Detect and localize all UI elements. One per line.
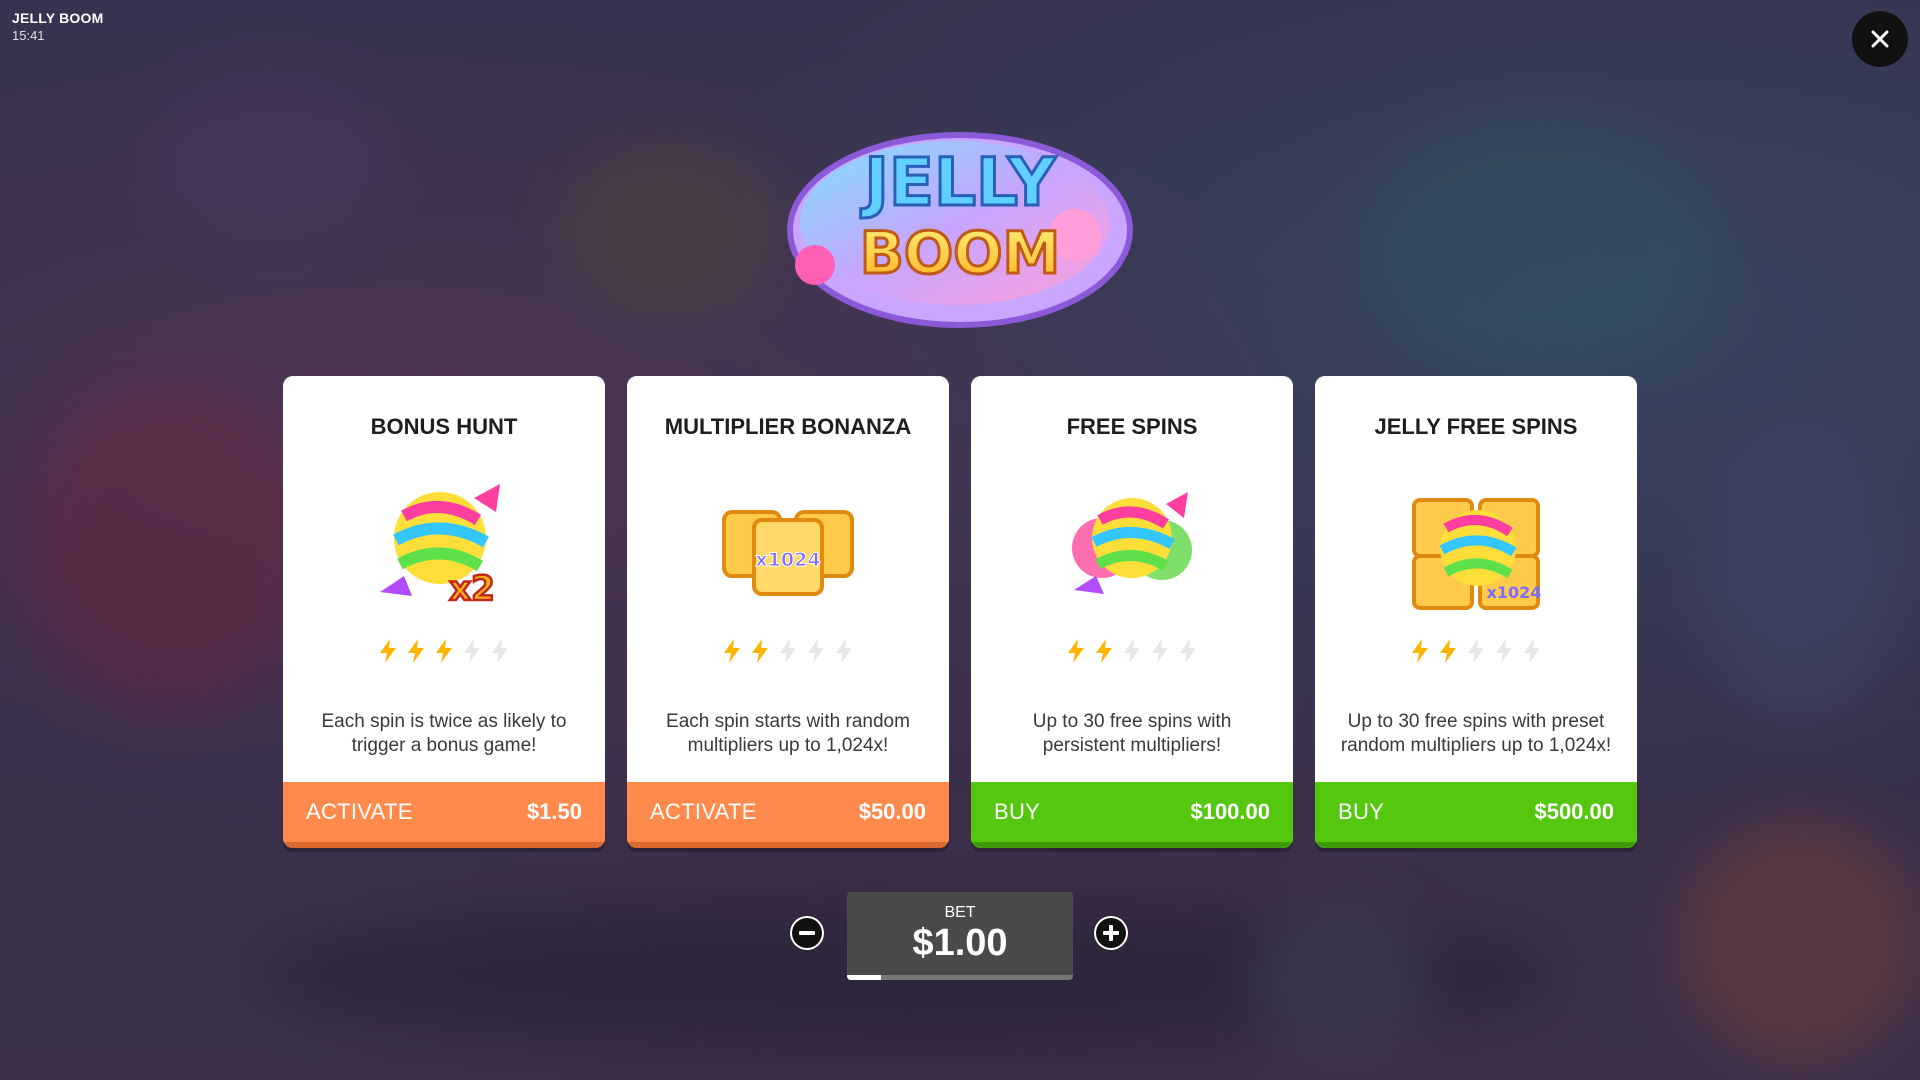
bolt-icon xyxy=(724,639,740,663)
volatility-rating xyxy=(1315,638,1637,664)
decrease-bet-button[interactable] xyxy=(790,916,824,950)
volatility-rating xyxy=(971,638,1293,664)
buy-free-spins-button[interactable]: BUY $100.00 xyxy=(971,782,1293,848)
bet-level-fill xyxy=(847,975,881,980)
art-multiplier-label: x1024 xyxy=(755,549,820,571)
bolt-icon xyxy=(1412,639,1428,663)
bolt-icon xyxy=(492,639,508,663)
volatility-rating xyxy=(283,638,605,664)
card-jelly-free-spins: JELLY FREE SPINS x1024 Up to 30 free spi… xyxy=(1315,376,1637,848)
striped-candy-x2-icon: x2 xyxy=(380,484,500,610)
card-free-spins: FREE SPINS Up to 30 free spins with pers… xyxy=(971,376,1293,848)
bolt-icon xyxy=(836,639,852,663)
jelly-boom-logo: JELLY BOOM xyxy=(787,132,1133,328)
card-description: Each spin is twice as likely to trigger … xyxy=(321,711,567,756)
activate-multiplier-bonanza-button[interactable]: ACTIVATE $50.00 xyxy=(627,782,949,848)
plus-icon xyxy=(1096,918,1126,948)
game-title: JELLY BOOM xyxy=(12,10,104,26)
bolt-icon xyxy=(380,639,396,663)
bolt-icon xyxy=(808,639,824,663)
bolt-icon xyxy=(1124,639,1140,663)
price-label: $100.00 xyxy=(1190,799,1270,824)
bolt-icon xyxy=(1496,639,1512,663)
game-hud: JELLY BOOM 15:41 xyxy=(12,10,103,43)
action-label: BUY xyxy=(994,799,1041,824)
card-multiplier-bonanza: MULTIPLIER BONANZA x1024 Each spin start… xyxy=(627,376,949,848)
candy-on-tiles-icon: x1024 xyxy=(1412,498,1542,610)
bolt-icon xyxy=(1068,639,1084,663)
bolt-icon xyxy=(1440,639,1456,663)
buy-jelly-free-spins-button[interactable]: BUY $500.00 xyxy=(1315,782,1637,848)
activate-bonus-hunt-button[interactable]: ACTIVATE $1.50 xyxy=(283,782,605,848)
card-title: JELLY FREE SPINS xyxy=(1374,414,1578,439)
bolt-icon xyxy=(1468,639,1484,663)
close-button[interactable] xyxy=(1852,11,1908,67)
multiplier-tiles-icon: x1024 xyxy=(722,510,854,596)
card-title: MULTIPLIER BONANZA xyxy=(664,414,912,439)
card-bonus-hunt: BONUS HUNT x2 Each spin is twice as like… xyxy=(283,376,605,848)
bolt-icon xyxy=(436,639,452,663)
card-description: Each spin starts with random multipliers… xyxy=(666,711,910,756)
increase-bet-button[interactable] xyxy=(1094,916,1128,950)
bolt-icon xyxy=(780,639,796,663)
bet-value: $1.00 xyxy=(912,922,1008,964)
candy-cluster-icon xyxy=(1072,492,1192,594)
bet-level-track xyxy=(847,975,1073,980)
card-description: Up to 30 free spins with preset random m… xyxy=(1340,711,1612,756)
bolt-icon xyxy=(408,639,424,663)
close-icon xyxy=(1871,30,1889,48)
logo-line2: BOOM xyxy=(860,219,1061,287)
price-label: $50.00 xyxy=(858,799,926,824)
bet-selector[interactable]: BET $1.00 xyxy=(847,892,1073,980)
bolt-icon xyxy=(1524,639,1540,663)
minus-icon xyxy=(792,918,822,948)
card-title: FREE SPINS xyxy=(1066,414,1198,439)
action-label: ACTIVATE xyxy=(650,799,757,824)
bolt-icon xyxy=(1152,639,1168,663)
volatility-rating xyxy=(627,638,949,664)
card-description: Up to 30 free spins with persistent mult… xyxy=(1032,711,1232,756)
art-multiplier-label: x1024 xyxy=(1487,583,1542,602)
bolt-icon xyxy=(464,639,480,663)
logo-line1: JELLY xyxy=(860,144,1056,221)
card-title: BONUS HUNT xyxy=(370,414,518,439)
bonus-buy-cards: BONUS HUNT x2 Each spin is twice as like… xyxy=(283,376,1637,848)
action-label: ACTIVATE xyxy=(306,799,413,824)
price-label: $500.00 xyxy=(1534,799,1614,824)
clock: 15:41 xyxy=(12,28,45,43)
bolt-icon xyxy=(1096,639,1112,663)
bolt-icon xyxy=(1180,639,1196,663)
bolt-icon xyxy=(752,639,768,663)
art-multiplier-label: x2 xyxy=(449,569,495,609)
price-label: $1.50 xyxy=(526,799,582,824)
bet-label: BET xyxy=(944,904,976,921)
action-label: BUY xyxy=(1338,799,1385,824)
